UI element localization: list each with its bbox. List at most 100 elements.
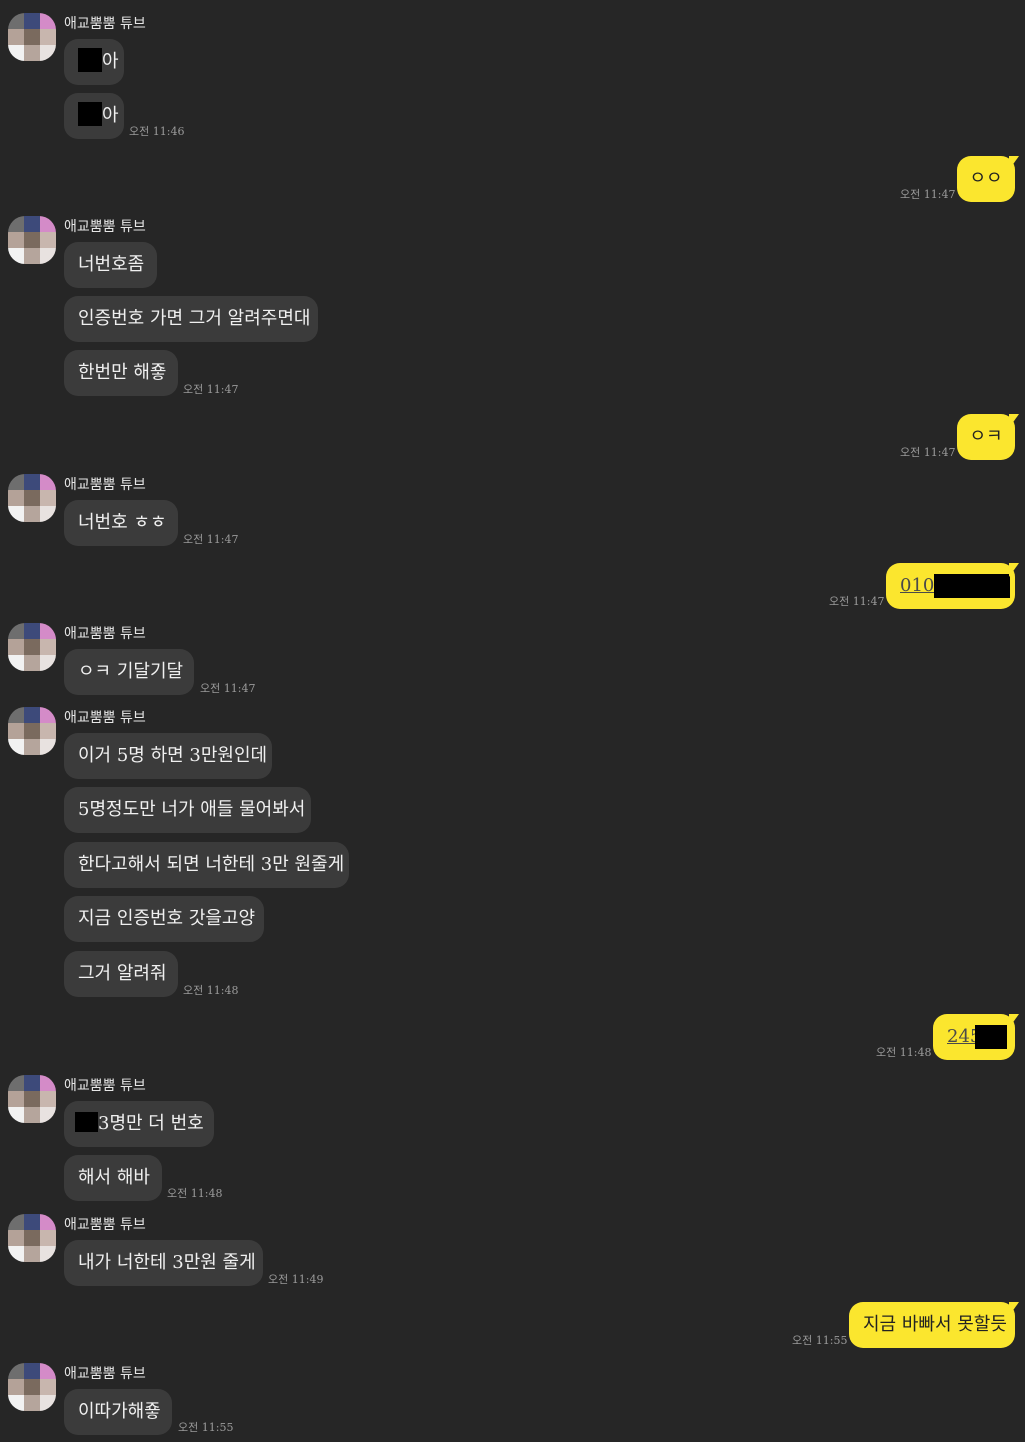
sender-name: 애교뿜뿜 튜브	[64, 477, 146, 493]
message-bubble-outgoing[interactable]: ㅇㅇ	[957, 156, 1019, 202]
avatar-tile	[24, 723, 40, 739]
message-bubble-outgoing[interactable]: 010	[886, 563, 1019, 609]
avatar[interactable]	[8, 474, 56, 522]
message-text: 지금 인증번호 갓을고양	[78, 908, 256, 929]
message-bubble[interactable]: 아	[64, 39, 124, 85]
message-text: 그거 알려줘	[78, 963, 167, 984]
avatar[interactable]	[8, 1363, 56, 1411]
avatar-tile	[40, 248, 56, 264]
avatar-tile	[8, 655, 24, 671]
avatar-tile	[24, 639, 40, 655]
redaction-block	[975, 1025, 1008, 1049]
avatar-tile	[40, 1363, 56, 1379]
message-text: 해서 해바	[78, 1167, 150, 1188]
message-text: ㅇㅋ	[969, 426, 1003, 447]
message-timestamp: 오전 11:46	[129, 125, 185, 138]
message-bubble[interactable]: 아	[64, 93, 124, 139]
redaction-block	[78, 48, 102, 72]
message-bubble[interactable]: 인증번호 가면 그거 알려주면대	[64, 296, 318, 342]
message-timestamp: 오전 11:48	[183, 984, 239, 997]
message-text: 지금 바빠서 못할듯	[863, 1314, 1007, 1335]
avatar-tile	[40, 1214, 56, 1230]
message-text: 5명정도만 너가 애들 물어봐서	[78, 799, 306, 820]
avatar[interactable]	[8, 623, 56, 671]
avatar[interactable]	[8, 216, 56, 264]
message-bubble[interactable]: 이따가해죻	[64, 1389, 172, 1435]
avatar-tile	[8, 623, 24, 639]
message-timestamp: 오전 11:47	[200, 682, 256, 695]
avatar[interactable]	[8, 13, 56, 61]
avatar-tile	[40, 506, 56, 522]
avatar-tile	[24, 1075, 40, 1091]
avatar-tile	[8, 1363, 24, 1379]
avatar-tile	[8, 29, 24, 45]
message-timestamp: 오전 11:47	[900, 446, 956, 459]
avatar-tile	[8, 474, 24, 490]
message-bubble[interactable]: 그거 알려줘	[64, 951, 178, 997]
avatar-tile	[8, 216, 24, 232]
avatar-tile	[24, 1230, 40, 1246]
avatar-tile	[40, 739, 56, 755]
avatar-tile	[8, 1246, 24, 1262]
avatar-tile	[40, 232, 56, 248]
message-bubble[interactable]: 지금 인증번호 갓을고양	[64, 896, 264, 942]
message-bubble[interactable]: 한번만 해죻	[64, 350, 178, 396]
message-bubble[interactable]: 너번호 ㅎㅎ	[64, 500, 178, 546]
avatar-tile	[24, 506, 40, 522]
sender-name: 애교뿜뿜 튜브	[64, 710, 146, 726]
avatar-tile	[24, 1379, 40, 1395]
message-bubble-outgoing[interactable]: 지금 바빠서 못할듯	[849, 1302, 1019, 1348]
message-bubble-outgoing[interactable]: 245	[933, 1014, 1019, 1060]
message-bubble[interactable]: 해서 해바	[64, 1155, 162, 1201]
message-text: 인증번호 가면 그거 알려주면대	[78, 308, 311, 329]
avatar-tile	[40, 29, 56, 45]
message-text: 아	[102, 51, 119, 72]
message-bubble[interactable]: ㅇㅋ 기달기달	[64, 649, 194, 695]
message-text: ㅇㅋ 기달기달	[78, 661, 184, 682]
avatar-tile	[24, 1363, 40, 1379]
avatar[interactable]	[8, 1075, 56, 1123]
message-text: 이따가해죻	[78, 1401, 161, 1422]
message-text: 한다고해서 되면 너한테 3만 원줄게	[78, 854, 345, 875]
message-bubble[interactable]: 3명만 더 번호	[64, 1101, 214, 1147]
message-text: 너번호좀	[78, 254, 145, 275]
avatar-tile	[8, 13, 24, 29]
sender-name: 애교뿜뿜 튜브	[64, 1078, 146, 1094]
avatar-tile	[24, 623, 40, 639]
message-timestamp: 오전 11:55	[792, 1334, 848, 1347]
message-timestamp: 오전 11:47	[900, 188, 956, 201]
message-bubble-outgoing[interactable]: ㅇㅋ	[957, 414, 1019, 460]
redaction-block	[934, 574, 1011, 598]
message-bubble[interactable]: 5명정도만 너가 애들 물어봐서	[64, 787, 311, 833]
avatar-tile	[8, 232, 24, 248]
avatar-tile	[24, 232, 40, 248]
avatar-tile	[8, 1091, 24, 1107]
avatar-tile	[24, 655, 40, 671]
message-timestamp: 오전 11:49	[268, 1273, 324, 1286]
avatar-tile	[8, 1230, 24, 1246]
avatar-tile	[24, 216, 40, 232]
message-bubble[interactable]: 너번호좀	[64, 242, 157, 288]
message-text: 이거 5명 하면 3만원인데	[78, 745, 268, 766]
avatar[interactable]	[8, 1214, 56, 1262]
avatar-tile	[8, 1395, 24, 1411]
avatar-tile	[8, 723, 24, 739]
avatar-tile	[40, 1246, 56, 1262]
avatar[interactable]	[8, 707, 56, 755]
message-bubble[interactable]: 이거 5명 하면 3만원인데	[64, 733, 272, 779]
message-timestamp: 오전 11:47	[183, 383, 239, 396]
message-timestamp: 오전 11:47	[829, 595, 885, 608]
avatar-tile	[8, 639, 24, 655]
avatar-tile	[40, 1091, 56, 1107]
phone-number-link[interactable]: 010	[900, 575, 934, 596]
avatar-tile	[40, 639, 56, 655]
message-timestamp: 오전 11:47	[183, 533, 239, 546]
avatar-tile	[40, 723, 56, 739]
message-timestamp: 오전 11:55	[178, 1421, 234, 1434]
avatar-tile	[40, 490, 56, 506]
message-text: 너번호 ㅎㅎ	[78, 512, 167, 533]
redaction-block	[75, 1112, 98, 1132]
message-bubble[interactable]: 내가 너한테 3만원 줄게	[64, 1240, 263, 1286]
avatar-tile	[8, 707, 24, 723]
message-bubble[interactable]: 한다고해서 되면 너한테 3만 원줄게	[64, 842, 349, 888]
